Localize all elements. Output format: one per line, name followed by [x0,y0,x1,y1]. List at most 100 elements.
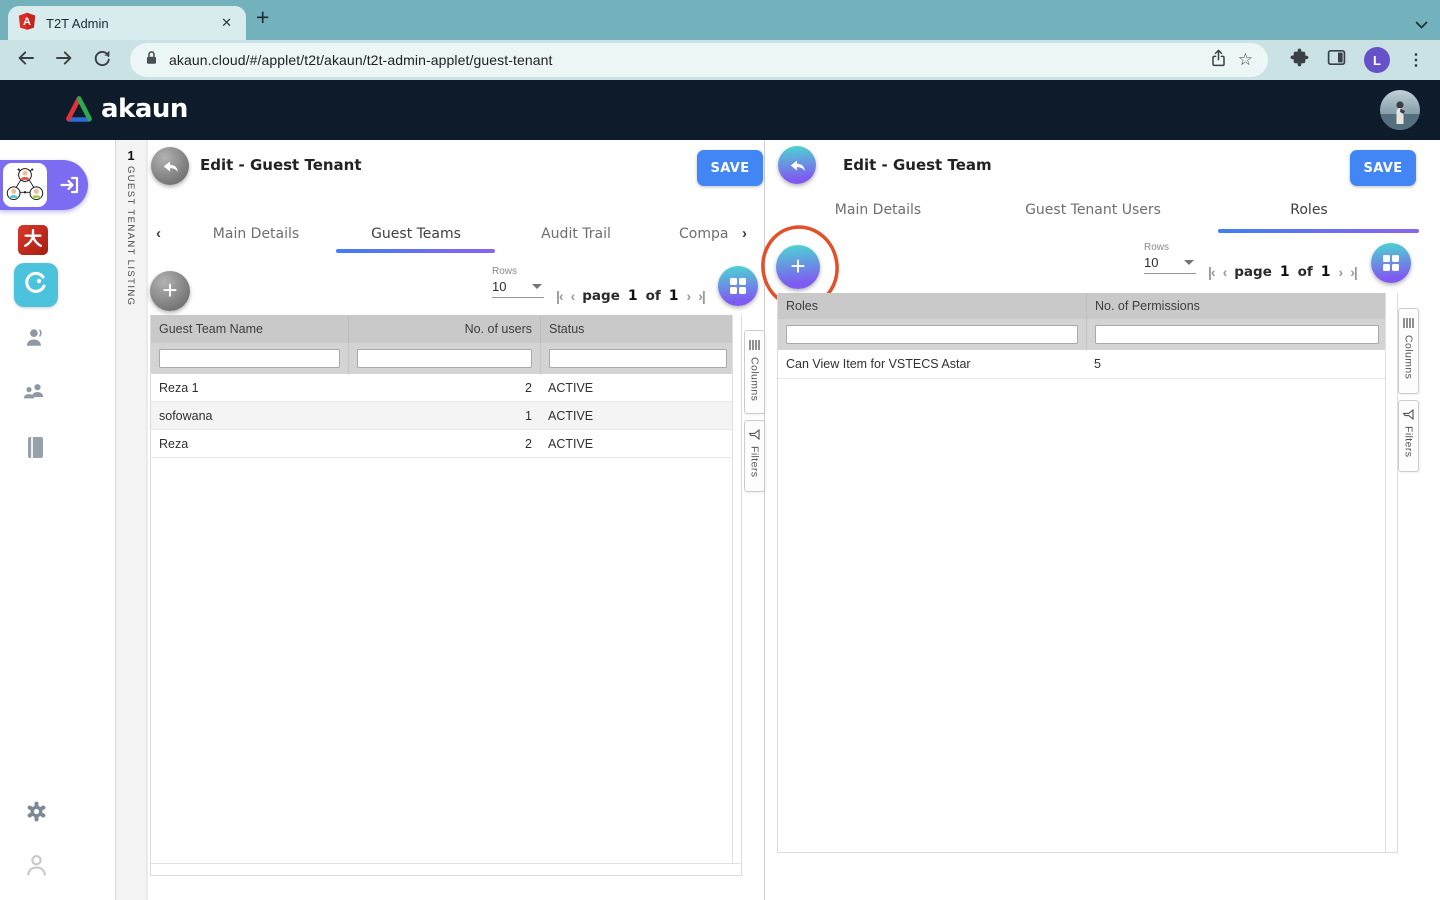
filter-funnel-icon [748,428,761,441]
reload-icon[interactable] [92,48,112,73]
tab-main-details-left[interactable]: Main Details [196,226,316,242]
back-button-left[interactable] [151,147,189,185]
tab-main-details-right[interactable]: Main Details [818,202,938,218]
filters-side-tab-right[interactable]: Filters [1398,400,1419,472]
browser-menu-kebab-icon[interactable]: ⋮ [1408,50,1424,70]
akaun-logo[interactable]: akaun [64,94,188,124]
sidebar-item-red-app[interactable] [18,225,48,255]
grid-icon [729,277,747,295]
rows-label: Rows [492,266,548,277]
share-icon[interactable] [1210,49,1227,72]
filter-permissions-input[interactable] [1095,325,1379,344]
url-text[interactable]: akaun.cloud/#/applet/t2t/akaun/t2t-admin… [169,52,1199,68]
back-icon[interactable] [16,48,36,73]
filter-roles-input[interactable] [786,325,1078,344]
grid-icon [1382,254,1400,272]
url-bar[interactable]: akaun.cloud/#/applet/t2t/akaun/t2t-admin… [130,43,1268,77]
side-panel-icon[interactable] [1327,48,1346,72]
sidebar-item-journal[interactable] [27,436,44,459]
vertical-scrollbar-track[interactable] [1385,293,1397,852]
tab-audit-trail[interactable]: Audit Trail [516,226,636,242]
tab-search-chevron-icon[interactable] [1415,16,1428,34]
extensions-puzzle-icon[interactable] [1290,48,1309,72]
page-number: 1 [1280,264,1290,280]
table-row[interactable]: Can View Item for VSTECS Astar 5 [778,350,1397,379]
save-button-left[interactable]: SAVE [697,150,763,186]
filter-status-input[interactable] [549,349,727,368]
columns-side-tab-left[interactable]: Columns [744,330,765,414]
sidebar-item-teal-app[interactable] [14,263,58,307]
grid-view-button-left[interactable] [718,266,758,306]
add-guest-team-button[interactable]: + [150,271,190,311]
cell-name: Reza [151,437,348,451]
sidebar-item-users-group[interactable] [22,382,46,402]
total-pages: 1 [669,288,679,304]
filters-label: Filters [749,446,761,477]
horizontal-scrollbar-track[interactable] [151,863,741,875]
col-roles[interactable]: Roles [778,293,1086,319]
filters-side-tab-left[interactable]: Filters [744,420,765,492]
bookmark-star-icon[interactable]: ☆ [1238,50,1253,70]
filter-guest-team-name-input[interactable] [159,349,340,368]
filter-no-of-users-input[interactable] [357,349,532,368]
tab-guest-teams[interactable]: Guest Teams [356,226,476,242]
add-role-button[interactable]: + [776,245,820,289]
first-page-icon[interactable]: |‹ [1208,264,1215,280]
col-guest-team-name[interactable]: Guest Team Name [151,315,348,343]
grid-view-button-right[interactable] [1371,243,1411,283]
col-status[interactable]: Status [540,315,735,343]
active-tab-underline-right [1218,229,1419,233]
prev-page-icon[interactable]: ‹ [571,288,575,304]
cell-status: ACTIVE [540,409,735,423]
people-icon [22,382,46,402]
sidebar-item-user[interactable] [24,328,46,348]
col-no-of-users[interactable]: No. of users [348,315,540,343]
listing-count: 1 [116,148,146,163]
pagination-left: |‹ ‹ page 1 of 1 › ›| [556,285,705,307]
cell-name: Reza 1 [151,381,348,395]
table-row[interactable]: Reza 2 ACTIVE [151,430,741,458]
sidebar-item-profile[interactable] [25,853,48,877]
tabs-scroll-right-icon[interactable]: › [742,225,747,242]
rows-label: Rows [1144,242,1200,253]
cell-role: Can View Item for VSTECS Astar [778,357,1086,371]
browser-profile-avatar[interactable]: L [1364,47,1390,73]
rows-value: 10 [492,279,506,294]
columns-side-tab-right[interactable]: Columns [1398,308,1419,394]
prev-page-icon[interactable]: ‹ [1223,264,1227,280]
face-logo-icon [23,270,49,301]
next-page-icon[interactable]: › [687,288,691,304]
forward-icon[interactable] [54,48,74,73]
cell-permissions: 5 [1086,357,1387,371]
last-page-icon[interactable]: ›| [1350,264,1357,280]
rows-per-page-select-left[interactable]: Rows 10 [492,266,548,298]
last-page-icon[interactable]: ›| [698,288,705,304]
tab-close-icon[interactable]: ✕ [217,15,236,31]
tab-roles[interactable]: Roles [1249,202,1369,218]
user-photo-avatar[interactable] [1380,90,1420,130]
col-no-of-permissions[interactable]: No. of Permissions [1086,293,1387,319]
table-header-left: Guest Team Name No. of users Status [151,315,741,343]
person-icon [24,328,46,348]
sidebar-item-settings[interactable] [25,800,48,823]
cell-users: 2 [348,437,540,451]
roles-table: Roles No. of Permissions Can View Item f… [777,293,1398,853]
new-tab-button[interactable]: + [256,4,269,31]
app-sidebar [0,140,115,900]
vertical-scrollbar-track[interactable] [732,315,741,863]
back-button-right[interactable] [778,146,816,184]
sidebar-item-guest-tenant-active[interactable] [0,160,88,210]
first-page-icon[interactable]: |‹ [556,288,563,304]
next-page-icon[interactable]: › [1339,264,1343,280]
left-panel-title: Edit - Guest Tenant [200,156,362,174]
back-arrow-icon [788,156,807,175]
tab-companies-truncated[interactable]: Compa [679,226,737,242]
table-row[interactable]: Reza 1 2 ACTIVE [151,374,741,402]
people-network-icon [3,163,47,207]
browser-tab[interactable]: A T2T Admin ✕ [8,6,246,40]
table-row[interactable]: sofowana 1 ACTIVE [151,402,741,430]
tab-guest-tenant-users[interactable]: Guest Tenant Users [1023,202,1163,218]
save-button-right[interactable]: SAVE [1350,150,1416,186]
tabs-scroll-left-icon[interactable]: ‹ [156,225,161,242]
rows-per-page-select-right[interactable]: Rows 10 [1144,242,1200,274]
